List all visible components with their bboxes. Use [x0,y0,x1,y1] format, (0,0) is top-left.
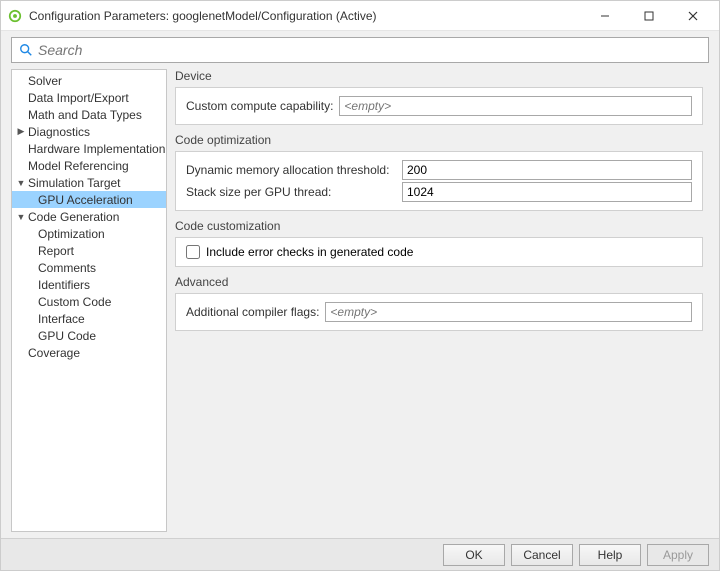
sidebar-item-label: Math and Data Types [26,108,142,122]
minimize-button[interactable] [583,2,627,30]
sidebar-item-label: Model Referencing [26,159,129,173]
search-box[interactable] [11,37,709,63]
label-compiler-flags: Additional compiler flags: [186,305,319,319]
sidebar-item-label: GPU Code [36,329,96,343]
label-custom-compute: Custom compute capability: [186,99,333,113]
row-custom-compute: Custom compute capability: [186,96,692,116]
section-title-code-customization: Code customization [175,219,703,233]
sidebar-item-report[interactable]: Report [12,242,166,259]
sidebar-item-interface[interactable]: Interface [12,310,166,327]
input-stack[interactable] [402,182,692,202]
sidebar-item-solver[interactable]: Solver [12,72,166,89]
window-title: Configuration Parameters: googlenetModel… [29,9,583,23]
sidebar-item-label: Report [36,244,74,258]
content-area: Solver Data Import/Export Math and Data Ty… [1,69,719,538]
section-body-code-optimization: Dynamic memory allocation threshold: Sta… [175,151,703,211]
sidebar-item-label: Solver [26,74,62,88]
row-stack: Stack size per GPU thread: [186,182,692,202]
sidebar-item-label: Code Generation [26,210,119,224]
sidebar-item-optimization[interactable]: Optimization [12,225,166,242]
sidebar-item-label: Comments [36,261,96,275]
label-include-errors: Include error checks in generated code [206,245,413,259]
section-title-device: Device [175,69,703,83]
apply-button[interactable]: Apply [647,544,709,566]
sidebar-item-hardware-implementation[interactable]: Hardware Implementation [12,140,166,157]
sidebar-item-label: Optimization [36,227,105,241]
sidebar-item-label: Coverage [26,346,80,360]
close-button[interactable] [671,2,715,30]
sidebar-item-diagnostics[interactable]: ▶Diagnostics [12,123,166,140]
sidebar-tree[interactable]: Solver Data Import/Export Math and Data Ty… [11,69,167,532]
help-button[interactable]: Help [579,544,641,566]
sidebar-item-label: Identifiers [36,278,90,292]
app-icon [7,8,23,24]
sidebar-item-label: Interface [36,312,85,326]
row-dyn-mem: Dynamic memory allocation threshold: [186,160,692,180]
config-panel: Device Custom compute capability: Code o… [175,69,709,532]
input-dyn-mem[interactable] [402,160,692,180]
section-body-device: Custom compute capability: [175,87,703,125]
maximize-button[interactable] [627,2,671,30]
ok-button[interactable]: OK [443,544,505,566]
sidebar-item-label: Diagnostics [26,125,90,139]
sidebar-item-gpu-acceleration[interactable]: GPU Acceleration [12,191,166,208]
section-body-code-customization: Include error checks in generated code [175,237,703,267]
sidebar-item-identifiers[interactable]: Identifiers [12,276,166,293]
input-custom-compute[interactable] [339,96,692,116]
sidebar-item-data-import-export[interactable]: Data Import/Export [12,89,166,106]
sidebar-item-custom-code[interactable]: Custom Code [12,293,166,310]
label-dyn-mem: Dynamic memory allocation threshold: [186,163,396,177]
sidebar-item-label: Hardware Implementation [26,142,165,156]
search-row [1,31,719,69]
sidebar-item-label: Simulation Target [26,176,121,190]
input-compiler-flags[interactable] [325,302,692,322]
sidebar-item-label: Data Import/Export [26,91,129,105]
chevron-right-icon: ▶ [16,126,26,137]
row-compiler-flags: Additional compiler flags: [186,302,692,322]
sidebar-item-comments[interactable]: Comments [12,259,166,276]
sidebar-item-label: Custom Code [36,295,111,309]
sidebar-item-label: GPU Acceleration [36,193,133,207]
sidebar-item-gpu-code[interactable]: GPU Code [12,327,166,344]
chevron-down-icon: ▼ [16,178,26,188]
search-input[interactable] [38,42,702,58]
sidebar-item-model-referencing[interactable]: Model Referencing [12,157,166,174]
chevron-down-icon: ▼ [16,212,26,222]
section-title-code-optimization: Code optimization [175,133,703,147]
row-include-errors: Include error checks in generated code [186,244,692,260]
sidebar-item-code-generation[interactable]: ▼Code Generation [12,208,166,225]
cancel-button[interactable]: Cancel [511,544,573,566]
search-icon [18,42,34,58]
sidebar-item-math-and-data-types[interactable]: Math and Data Types [12,106,166,123]
sidebar-item-coverage[interactable]: Coverage [12,344,166,361]
checkbox-include-errors[interactable] [186,245,200,259]
section-body-advanced: Additional compiler flags: [175,293,703,331]
sidebar-item-simulation-target[interactable]: ▼Simulation Target [12,174,166,191]
section-title-advanced: Advanced [175,275,703,289]
dialog-footer: OK Cancel Help Apply [1,538,719,570]
label-stack: Stack size per GPU thread: [186,185,396,199]
title-bar: Configuration Parameters: googlenetModel… [1,1,719,31]
